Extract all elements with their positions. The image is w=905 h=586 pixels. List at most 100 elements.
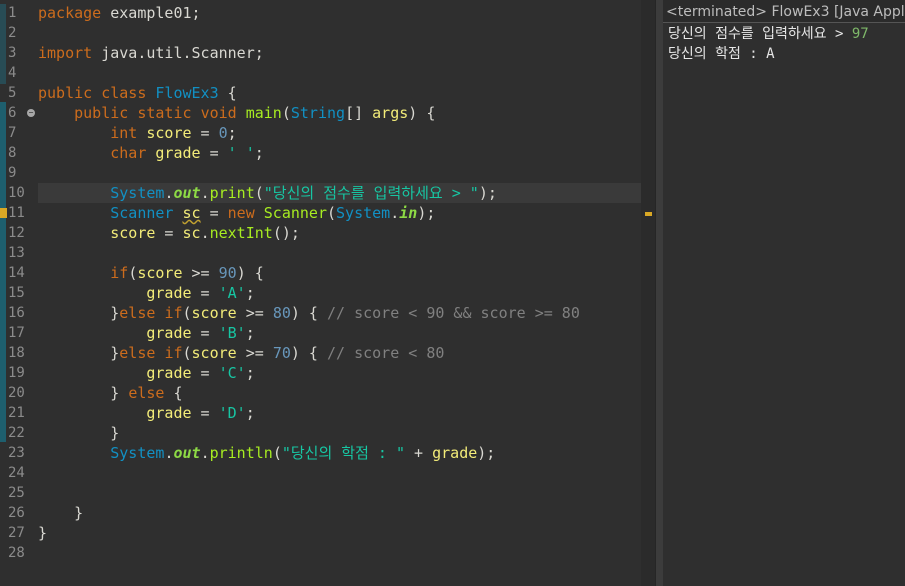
code-line[interactable]: public static void main(String[] args) { [38, 103, 641, 123]
code-line[interactable]: score = sc.nextInt(); [38, 223, 641, 243]
code-line[interactable]: } [38, 523, 641, 543]
code-line[interactable] [38, 463, 641, 483]
code-editor[interactable]: 1 2 3 4 5 6−7 8 9 10 11 12 13 14 15 16 17 18 19 20 21 22 23 24… [0, 0, 655, 586]
code-token: ; [245, 284, 255, 302]
warning-marker[interactable] [645, 212, 652, 216]
code-token: grade [432, 444, 478, 462]
code-line[interactable] [38, 23, 641, 43]
line-number: 13 [0, 243, 36, 263]
line-number-text: 15 [8, 285, 25, 301]
code-token: = [200, 204, 228, 222]
code-line[interactable]: import java.util.Scanner; [38, 43, 641, 63]
code-token: >= [182, 264, 219, 282]
code-line[interactable] [38, 543, 641, 563]
code-token: else [119, 304, 156, 322]
code-token: grade [146, 284, 192, 302]
code-line[interactable]: }else if(score >= 70) { // score < 80 [38, 343, 641, 363]
line-number: 7 [0, 123, 36, 143]
code-token: grade [146, 404, 192, 422]
code-token: score [191, 304, 237, 322]
code-line[interactable] [38, 163, 641, 183]
code-token: out [173, 444, 201, 462]
code-line[interactable]: char grade = ' '; [38, 143, 641, 163]
code-token: grade [155, 144, 201, 162]
code-line[interactable]: package example01; [38, 3, 641, 23]
code-token: FlowEx3 [155, 84, 219, 102]
line-number: 17 [0, 323, 36, 343]
code-token: ) { [290, 344, 327, 362]
line-number-gutter[interactable]: 1 2 3 4 5 6−7 8 9 10 11 12 13 14 15 16 17 18 19 20 21 22 23 24… [0, 3, 36, 563]
code-token: args [372, 104, 409, 122]
overview-ruler[interactable] [641, 0, 655, 586]
code-token: } [38, 344, 120, 362]
code-token: System [336, 204, 391, 222]
code-line[interactable]: } [38, 423, 641, 443]
code-line[interactable]: grade = 'B'; [38, 323, 641, 343]
line-number-text: 25 [8, 485, 25, 501]
code-line[interactable]: } else { [38, 383, 641, 403]
line-number-text: 4 [8, 65, 17, 81]
code-token: [] [345, 104, 373, 122]
code-token: void [200, 104, 237, 122]
line-number-text: 11 [8, 205, 25, 221]
code-line[interactable]: System.out.println("당신의 학점 : " + grade); [38, 443, 641, 463]
warning-icon[interactable] [0, 208, 7, 218]
code-token: ; [254, 144, 264, 162]
code-line[interactable]: grade = 'C'; [38, 363, 641, 383]
code-token: in [399, 204, 418, 222]
code-token: "당신의 학점 : " [281, 444, 406, 462]
code-line[interactable]: int score = 0; [38, 123, 641, 143]
line-number: 27 [0, 523, 36, 543]
line-number: 18 [0, 343, 36, 363]
line-number-text: 19 [8, 365, 25, 381]
code-token: out [173, 184, 201, 202]
code-line[interactable] [38, 63, 641, 83]
code-token: // score < 90 && score >= 80 [327, 304, 580, 322]
code-line[interactable] [38, 483, 641, 503]
current-code-line[interactable]: System.out.print("당신의 점수를 입력하세요 > "); [38, 183, 641, 203]
line-number-text: 14 [8, 265, 25, 281]
line-number: 22 [0, 423, 36, 443]
code-token: 'B' [218, 324, 246, 342]
line-number-text: 24 [8, 465, 25, 481]
code-token: { [164, 384, 183, 402]
line-number: 11 [0, 203, 36, 223]
code-line[interactable]: grade = 'D'; [38, 403, 641, 423]
code-line[interactable]: Scanner sc = new Scanner(System.in); [38, 203, 641, 223]
code-area[interactable]: package example01; import java.util.Scann… [38, 3, 641, 563]
code-token: = [191, 124, 219, 142]
code-line[interactable]: }else if(score >= 80) { // score < 90 &&… [38, 303, 641, 323]
code-line[interactable]: public class FlowEx3 { [38, 83, 641, 103]
code-token: 80 [272, 304, 291, 322]
console-view[interactable]: <terminated> FlowEx3 [Java Applic 당신의 점수… [663, 0, 905, 586]
line-number: 9 [0, 163, 36, 183]
code-token: ( [182, 304, 192, 322]
code-line[interactable] [38, 243, 641, 263]
line-number-text: 27 [8, 525, 25, 541]
console-output-line: 당신의 점수를 입력하세요 > 97 [663, 23, 905, 43]
line-number-text: 2 [8, 25, 17, 41]
line-number: 19 [0, 363, 36, 383]
fold-toggle-icon[interactable]: − [27, 109, 35, 117]
code-token: 90 [218, 264, 237, 282]
code-line[interactable]: } [38, 503, 641, 523]
code-token: ) { [290, 304, 327, 322]
code-token: grade [146, 364, 192, 382]
code-token: = [200, 144, 228, 162]
line-number-text: 18 [8, 345, 25, 361]
code-token: } [38, 384, 129, 402]
code-line[interactable]: if(score >= 90) { [38, 263, 641, 283]
code-line[interactable]: grade = 'A'; [38, 283, 641, 303]
code-token: ( [182, 344, 192, 362]
code-token: Scanner [263, 204, 327, 222]
line-number-text: 21 [8, 405, 25, 421]
